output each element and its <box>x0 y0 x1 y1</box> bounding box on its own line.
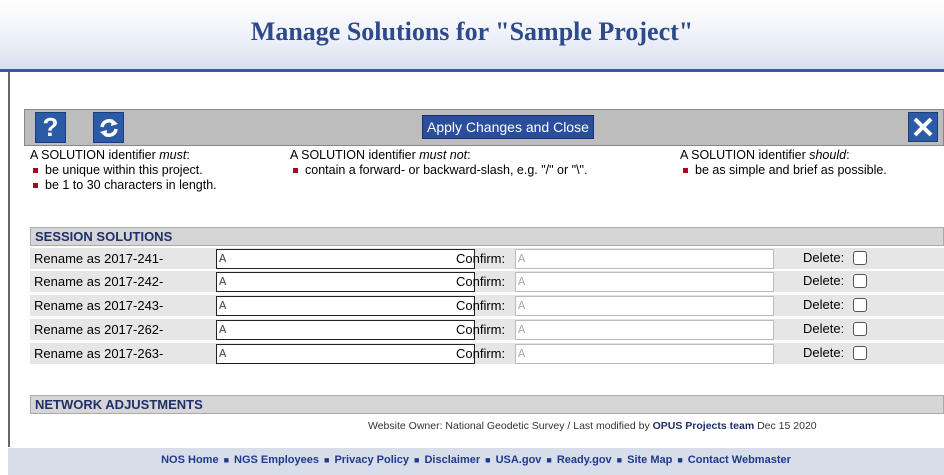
rule-item: be 1 to 30 characters in length. <box>30 178 217 193</box>
network-adjustments-heading: NETWORK ADJUSTMENTS <box>30 395 944 414</box>
rename-input[interactable]: A <box>216 320 475 340</box>
session-solutions-heading: SESSION SOLUTIONS <box>30 227 944 246</box>
delete-checkbox[interactable] <box>853 298 867 312</box>
rules-must-not: A SOLUTION identifier must not: contain … <box>290 148 587 178</box>
bullet-icon <box>683 168 688 173</box>
rename-label: Rename as 2017-263- <box>34 346 164 361</box>
rename-input[interactable]: A <box>216 272 475 292</box>
rule-item: be as simple and brief as possible. <box>680 163 887 178</box>
footer-link-disclaimer[interactable]: Disclaimer <box>424 454 480 466</box>
delete-label: Delete: <box>803 345 845 360</box>
toolbar: ? Apply Changes and Close <box>24 109 944 146</box>
rules-must: A SOLUTION identifier must: be unique wi… <box>30 148 217 193</box>
confirm-label: Confirm: <box>456 251 506 266</box>
delete-label: Delete: <box>803 297 845 312</box>
separator-icon: ■ <box>324 455 330 465</box>
delete-label: Delete: <box>803 321 845 336</box>
rename-label: Rename as 2017-262- <box>34 322 164 337</box>
footer-link-nos-home[interactable]: NOS Home <box>161 454 218 466</box>
bullet-icon <box>33 168 38 173</box>
rename-label: Rename as 2017-243- <box>34 298 164 313</box>
footer-link-contact-webmaster[interactable]: Contact Webmaster <box>688 454 791 466</box>
opus-team-link[interactable]: OPUS Projects team <box>653 420 755 432</box>
separator-icon: ■ <box>223 455 230 465</box>
rename-input[interactable]: A <box>216 296 475 316</box>
site-owner-line: Website Owner: National Geodetic Survey … <box>368 420 817 432</box>
close-icon <box>913 117 933 137</box>
separator-icon: ■ <box>546 455 552 465</box>
delete-label: Delete: <box>803 273 845 288</box>
footer-link-ngs-employees[interactable]: NGS Employees <box>234 454 319 466</box>
confirm-input[interactable]: A <box>515 272 774 292</box>
separator-icon: ■ <box>677 455 683 465</box>
footer-link-site-map[interactable]: Site Map <box>627 454 672 466</box>
rename-label: Rename as 2017-242- <box>34 274 164 289</box>
solution-row: Rename as 2017-243- A Confirm: A Delete: <box>30 295 944 317</box>
delete-checkbox[interactable] <box>853 251 867 265</box>
close-button[interactable] <box>908 112 938 142</box>
rules-must-heading: A SOLUTION identifier must: <box>30 148 190 162</box>
bullet-icon <box>293 168 298 173</box>
rule-item: contain a forward- or backward-slash, e.… <box>290 163 587 178</box>
footer-link-privacy-policy[interactable]: Privacy Policy <box>334 454 409 466</box>
rename-input[interactable]: A <box>216 344 475 364</box>
delete-checkbox[interactable] <box>853 322 867 336</box>
bullet-icon <box>33 183 38 188</box>
confirm-label: Confirm: <box>456 274 506 289</box>
footer-link-usa-gov[interactable]: USA.gov <box>496 454 542 466</box>
confirm-input[interactable]: A <box>515 249 774 269</box>
refresh-button[interactable] <box>93 112 124 143</box>
confirm-label: Confirm: <box>456 346 506 361</box>
rules-must-not-heading: A SOLUTION identifier must not: <box>290 148 471 162</box>
delete-label: Delete: <box>803 250 845 265</box>
confirm-label: Confirm: <box>456 298 506 313</box>
footer-links: NOS Home ■ NGS Employees ■ Privacy Policy ■ Di… <box>8 448 944 475</box>
solution-row: Rename as 2017-263- A Confirm: A Delete: <box>30 343 944 365</box>
solution-row: Rename as 2017-242- A Confirm: A Delete: <box>30 271 944 293</box>
confirm-label: Confirm: <box>456 322 506 337</box>
help-icon: ? <box>42 112 59 142</box>
solution-row: Rename as 2017-241- A Confirm: A Delete: <box>30 248 944 270</box>
rule-item: be unique within this project. <box>30 163 217 178</box>
delete-checkbox[interactable] <box>853 274 867 288</box>
footer-link-ready-gov[interactable]: Ready.gov <box>557 454 612 466</box>
page-header: Manage Solutions for "Sample Project" <box>0 0 944 72</box>
solution-row: Rename as 2017-262- A Confirm: A Delete: <box>30 319 944 341</box>
confirm-input[interactable]: A <box>515 344 774 364</box>
page-title: Manage Solutions for "Sample Project" <box>250 17 694 46</box>
help-button[interactable]: ? <box>35 112 66 143</box>
refresh-icon <box>99 118 118 137</box>
separator-icon: ■ <box>616 455 623 465</box>
delete-checkbox[interactable] <box>853 346 867 360</box>
rules-should-heading: A SOLUTION identifier should: <box>680 148 850 162</box>
confirm-input[interactable]: A <box>515 320 774 340</box>
rules-should: A SOLUTION identifier should: be as simp… <box>680 148 887 178</box>
apply-changes-close-button[interactable]: Apply Changes and Close <box>422 115 594 139</box>
separator-icon: ■ <box>485 455 491 465</box>
separator-icon: ■ <box>414 455 420 465</box>
rename-input[interactable]: A <box>216 249 475 269</box>
confirm-input[interactable]: A <box>515 296 774 316</box>
rename-label: Rename as 2017-241- <box>34 251 164 266</box>
